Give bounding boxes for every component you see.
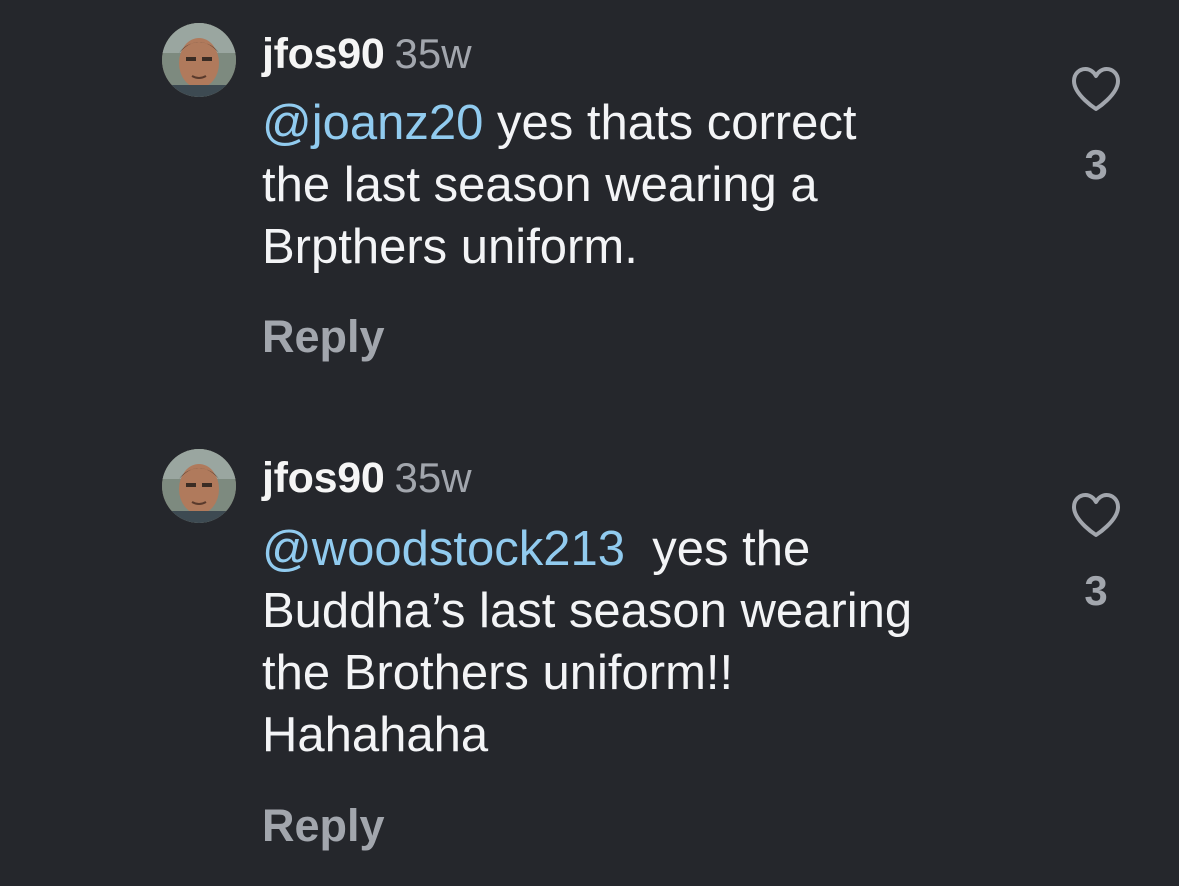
- comment-text: @woodstock213 yes the Buddha’s last seas…: [262, 518, 1042, 766]
- comment-item: jfos90 35w @woodstock213 yes the Buddha’s…: [0, 0, 1179, 886]
- like-column: 3: [1068, 492, 1124, 612]
- reply-button[interactable]: Reply: [262, 803, 385, 848]
- comment-line: Hahahaha: [262, 704, 1042, 766]
- timestamp: 35w: [394, 454, 472, 501]
- mention-link[interactable]: @woodstock213: [262, 522, 625, 576]
- comment-meta: jfos90 35w: [262, 457, 472, 500]
- avatar[interactable]: [162, 449, 236, 523]
- comment-line-text: yes the: [625, 522, 811, 576]
- comment-line-text: Buddha’s last season wearing: [262, 584, 913, 638]
- heart-outline-icon[interactable]: [1070, 492, 1122, 538]
- comment-line-text: the Brothers uniform!!: [262, 646, 734, 700]
- like-count: 3: [1084, 567, 1108, 614]
- comment-line-text: Hahahaha: [262, 708, 489, 762]
- comment-line: Buddha’s last season wearing: [262, 580, 1042, 642]
- comment-line: @woodstock213 yes the: [262, 518, 1042, 580]
- username[interactable]: jfos90: [262, 454, 385, 502]
- comment-line: the Brothers uniform!!: [262, 642, 1042, 704]
